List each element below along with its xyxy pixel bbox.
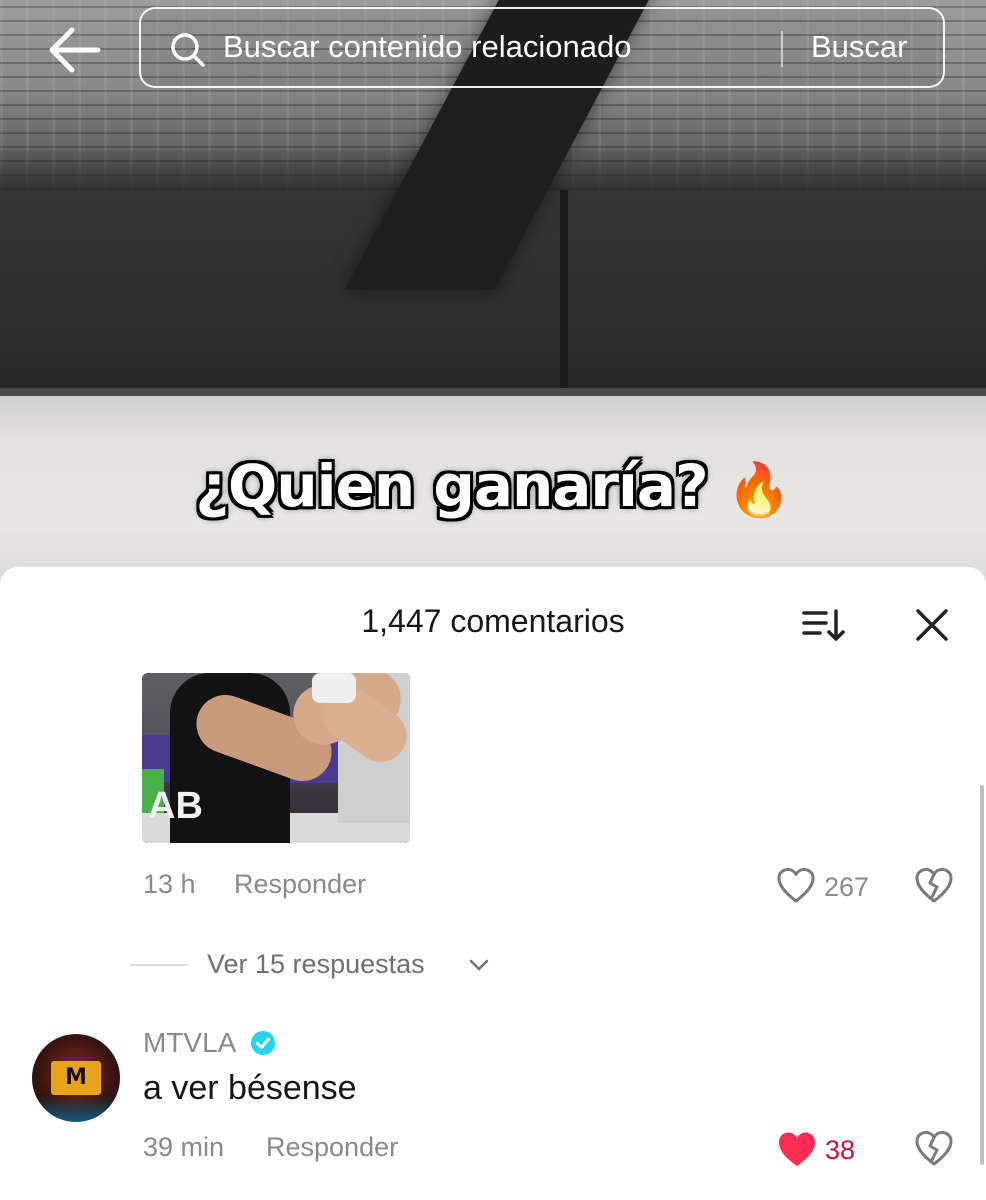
fire-emoji: 🔥 (726, 460, 792, 521)
view-replies-button[interactable]: Ver 15 respuestas (130, 947, 510, 983)
image-banner-text: AB (148, 785, 203, 827)
comment-timestamp: 13 h (143, 869, 196, 899)
back-button[interactable] (44, 22, 104, 78)
heart-icon[interactable] (776, 867, 816, 905)
heart-icon-liked[interactable] (776, 1130, 818, 1170)
avatar-glow (32, 1096, 120, 1122)
comment-username[interactable]: MTVLA (143, 1027, 236, 1059)
broken-heart-icon[interactable] (914, 867, 954, 905)
search-separator (781, 31, 783, 67)
reply-button[interactable]: Responder (234, 869, 366, 900)
comment-image[interactable]: AB (142, 673, 410, 843)
replies-divider (130, 964, 188, 966)
video-caption: ¿Quien ganaría? 🔥 (0, 452, 986, 520)
search-button[interactable]: Buscar (811, 29, 907, 65)
video-panel-divider (560, 190, 568, 395)
avatar[interactable]: M (32, 1034, 120, 1122)
close-icon[interactable] (914, 607, 950, 643)
like-count: 267 (824, 872, 870, 902)
caption-text: ¿Quien ganaría? (195, 452, 708, 520)
back-arrow-icon (49, 27, 101, 73)
verified-badge-icon (251, 1031, 275, 1055)
avatar-logo: M (51, 1061, 101, 1095)
view-replies-label: Ver 15 respuestas (207, 949, 425, 979)
comment-text: a ver bésense (143, 1069, 357, 1107)
search-icon (171, 33, 205, 67)
search-input[interactable]: Buscar contenido relacionado (223, 29, 631, 65)
image-hand-wrap (312, 673, 356, 703)
chevron-down-icon (469, 959, 489, 971)
sort-icon[interactable] (800, 605, 846, 645)
video-player[interactable]: ¿Quien ganaría? 🔥 (0, 0, 986, 600)
broken-heart-icon[interactable] (914, 1130, 954, 1168)
scrollbar[interactable] (980, 785, 984, 1165)
like-count: 38 (825, 1135, 856, 1165)
search-bar[interactable]: Buscar contenido relacionado Buscar (139, 7, 945, 88)
comments-sheet: 1,447 comentarios AB 13 h Responder 267 … (0, 567, 986, 1200)
comment-timestamp: 39 min (143, 1132, 225, 1162)
reply-button[interactable]: Responder (266, 1132, 398, 1163)
